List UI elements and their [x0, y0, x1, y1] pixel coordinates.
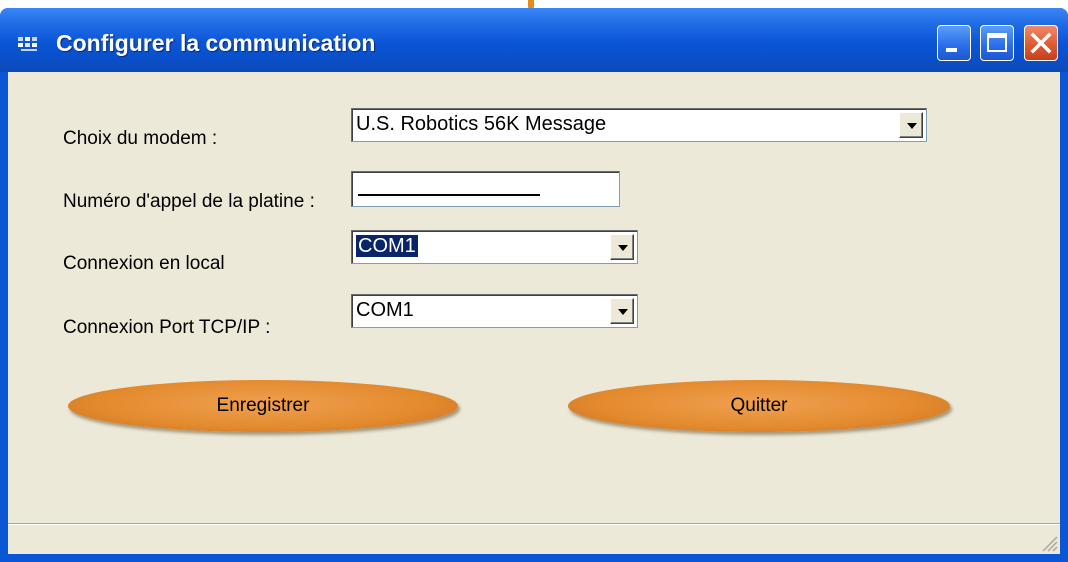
phone-number-input[interactable]	[351, 171, 620, 207]
save-button[interactable]: Enregistrer	[68, 380, 458, 432]
local-connection-value: COM1	[356, 235, 418, 257]
modem-dropdown-button[interactable]	[899, 112, 923, 138]
local-connection-dropdown-button[interactable]	[610, 234, 634, 260]
maximize-button[interactable]	[980, 25, 1014, 61]
modem-label: Choix du modem :	[63, 128, 218, 149]
local-connection-select[interactable]: COM1	[351, 230, 638, 264]
minimize-button[interactable]	[937, 25, 971, 61]
close-icon	[1030, 32, 1052, 54]
dialog-window: Configurer la communication Choix du mod…	[0, 8, 1068, 562]
modem-select-value: U.S. Robotics 56K Message	[356, 113, 607, 135]
minimize-icon	[946, 48, 957, 52]
title-bar[interactable]: Configurer la communication	[0, 8, 1068, 72]
close-button[interactable]	[1024, 25, 1058, 61]
quit-button[interactable]: Quitter	[568, 380, 950, 432]
local-connection-label: Connexion en local	[63, 253, 225, 274]
resize-grip-icon[interactable]	[1038, 532, 1058, 552]
chevron-down-icon	[618, 309, 628, 315]
tcpip-port-value: COM1	[356, 299, 414, 321]
chevron-down-icon	[618, 245, 628, 251]
tcpip-label: Connexion Port TCP/IP :	[63, 317, 271, 338]
chevron-down-icon	[907, 123, 917, 129]
status-bar-highlight	[8, 524, 1060, 525]
phone-label: Numéro d'appel de la platine :	[63, 191, 315, 212]
dialog-client-area: Choix du modem : U.S. Robotics 56K Messa…	[8, 72, 1060, 554]
text-caret-line	[358, 194, 540, 196]
tcpip-port-select[interactable]: COM1	[351, 294, 638, 328]
app-icon	[18, 37, 37, 51]
modem-select[interactable]: U.S. Robotics 56K Message	[351, 108, 927, 142]
tcpip-dropdown-button[interactable]	[610, 298, 634, 324]
maximize-icon	[987, 33, 1007, 52]
window-title: Configurer la communication	[56, 30, 376, 56]
